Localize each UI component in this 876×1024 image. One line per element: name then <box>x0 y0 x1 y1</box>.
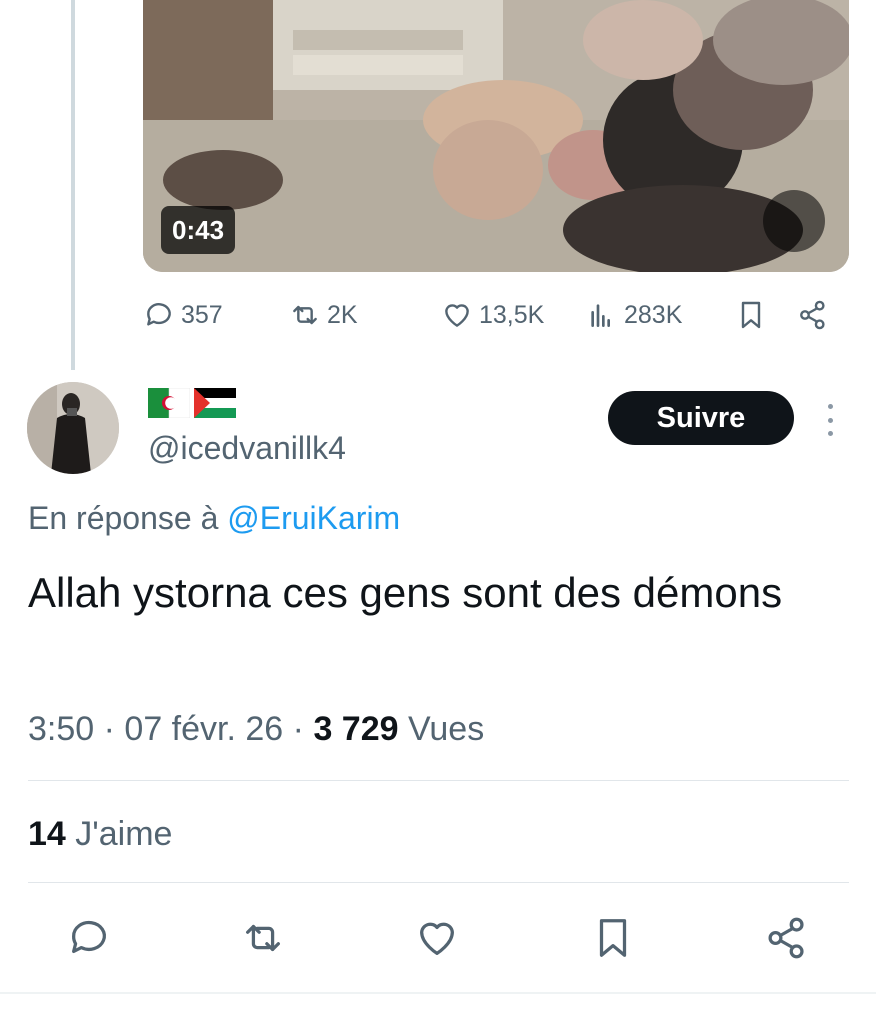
tweet-views-count: 3 729 <box>313 710 399 748</box>
flag-algeria-icon <box>148 388 190 418</box>
speaker-muted-icon <box>763 190 849 272</box>
share-icon <box>768 917 804 959</box>
reply-action[interactable]: 357 <box>143 292 223 338</box>
likes-label: J'aime <box>75 815 173 853</box>
flag-emojis <box>148 388 236 418</box>
like-action[interactable]: 13,5K <box>441 292 544 338</box>
likes-count: 14 <box>28 815 66 853</box>
repost-button[interactable] <box>238 910 288 966</box>
like-button[interactable] <box>412 910 462 966</box>
more-dot-icon <box>827 431 833 436</box>
views-action[interactable]: 283K <box>586 292 682 338</box>
more-dot-icon <box>827 417 833 423</box>
avatar[interactable] <box>27 382 119 474</box>
more-options-button[interactable] <box>818 400 842 440</box>
heart-icon <box>420 922 454 955</box>
reply-mention-link[interactable]: @EruiKarim <box>227 500 400 536</box>
divider <box>28 882 849 883</box>
share-action[interactable] <box>797 292 829 338</box>
flag-palestine-icon <box>194 388 236 418</box>
avatar-photo <box>27 382 119 474</box>
tweet-metadata: 3:50 · 07 févr. 26 · 3 729 Vues <box>28 710 484 749</box>
video-player[interactable]: 0:43 <box>143 0 849 272</box>
share-icon <box>800 300 825 330</box>
thread-connector-line <box>71 0 75 370</box>
likes-summary[interactable]: 14 J'aime <box>28 815 172 854</box>
reply-count: 357 <box>181 300 223 329</box>
share-button[interactable] <box>762 910 812 966</box>
tweet-views-label: Vues <box>407 710 485 748</box>
views-count: 283K <box>624 300 683 329</box>
more-dot-icon <box>827 404 833 409</box>
video-duration-badge: 0:43 <box>161 206 236 254</box>
heart-icon <box>445 304 469 327</box>
divider <box>0 992 876 994</box>
tweet-date[interactable]: 07 févr. 26 <box>124 710 283 748</box>
mute-toggle-button[interactable] <box>763 190 825 252</box>
reply-icon <box>147 303 171 326</box>
repost-action[interactable]: 2K <box>289 292 358 338</box>
tweet-text: Allah ystorna ces gens sont des démons <box>28 569 783 616</box>
meta-separator: · <box>103 710 115 748</box>
repost-icon <box>293 305 317 325</box>
like-count: 13,5K <box>479 300 545 329</box>
divider <box>28 780 849 781</box>
reply-button[interactable] <box>64 910 114 966</box>
tweet-time[interactable]: 3:50 <box>28 710 94 748</box>
bookmark-action[interactable] <box>735 292 767 338</box>
analytics-bars-icon <box>591 304 610 327</box>
repost-icon <box>246 924 280 952</box>
bookmark-icon <box>741 301 761 329</box>
video-frame <box>143 0 849 272</box>
tweet-action-bar <box>0 910 876 966</box>
reply-prefix: En réponse à <box>28 500 219 536</box>
follow-button[interactable]: Suivre <box>608 391 794 445</box>
bookmark-button[interactable] <box>588 910 638 966</box>
user-handle[interactable]: @icedvanillk4 <box>148 430 346 467</box>
bookmark-icon <box>599 919 627 957</box>
reply-icon <box>72 920 106 954</box>
reply-context: En réponse à @EruiKarim <box>28 500 400 537</box>
repost-count: 2K <box>327 300 358 329</box>
parent-tweet-action-bar: 357 2K 13,5K 283K <box>143 292 849 338</box>
meta-separator: · <box>292 710 304 748</box>
